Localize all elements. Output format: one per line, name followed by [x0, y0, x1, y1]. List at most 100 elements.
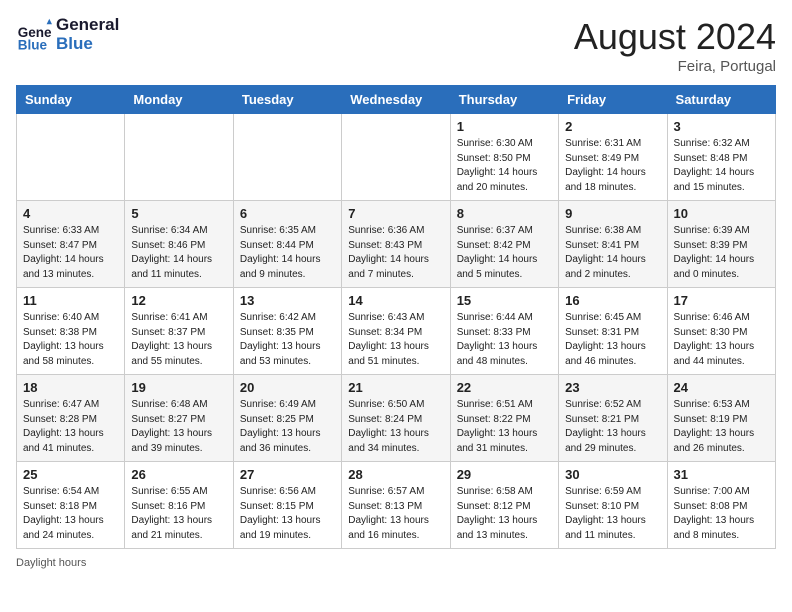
day-detail: Sunrise: 6:58 AM Sunset: 8:12 PM Dayligh… [457, 485, 552, 543]
logo-blue: Blue [56, 35, 119, 54]
day-number: 14 [348, 293, 443, 308]
calendar-cell: 22 Sunrise: 6:51 AM Sunset: 8:22 PM Dayl… [450, 375, 558, 462]
calendar-cell: 16 Sunrise: 6:45 AM Sunset: 8:31 PM Dayl… [559, 288, 667, 375]
day-detail: Sunrise: 6:41 AM Sunset: 8:37 PM Dayligh… [131, 311, 226, 369]
svg-text:Blue: Blue [18, 37, 48, 52]
day-number: 24 [674, 380, 769, 395]
day-detail: Sunrise: 6:43 AM Sunset: 8:34 PM Dayligh… [348, 311, 443, 369]
day-detail: Sunrise: 7:00 AM Sunset: 8:08 PM Dayligh… [674, 485, 769, 543]
calendar-day-header: Friday [559, 86, 667, 114]
calendar-cell: 10 Sunrise: 6:39 AM Sunset: 8:39 PM Dayl… [667, 201, 775, 288]
day-number: 17 [674, 293, 769, 308]
day-number: 26 [131, 467, 226, 482]
calendar-week-row: 25 Sunrise: 6:54 AM Sunset: 8:18 PM Dayl… [17, 462, 776, 549]
day-detail: Sunrise: 6:47 AM Sunset: 8:28 PM Dayligh… [23, 398, 118, 456]
day-number: 28 [348, 467, 443, 482]
calendar-cell: 30 Sunrise: 6:59 AM Sunset: 8:10 PM Dayl… [559, 462, 667, 549]
day-number: 13 [240, 293, 335, 308]
day-number: 12 [131, 293, 226, 308]
day-detail: Sunrise: 6:45 AM Sunset: 8:31 PM Dayligh… [565, 311, 660, 369]
day-number: 19 [131, 380, 226, 395]
calendar-cell: 11 Sunrise: 6:40 AM Sunset: 8:38 PM Dayl… [17, 288, 125, 375]
day-detail: Sunrise: 6:38 AM Sunset: 8:41 PM Dayligh… [565, 224, 660, 282]
calendar-cell: 31 Sunrise: 7:00 AM Sunset: 8:08 PM Dayl… [667, 462, 775, 549]
day-number: 10 [674, 206, 769, 221]
calendar-cell [342, 114, 450, 201]
calendar-cell: 28 Sunrise: 6:57 AM Sunset: 8:13 PM Dayl… [342, 462, 450, 549]
calendar-cell: 29 Sunrise: 6:58 AM Sunset: 8:12 PM Dayl… [450, 462, 558, 549]
calendar-cell: 8 Sunrise: 6:37 AM Sunset: 8:42 PM Dayli… [450, 201, 558, 288]
day-number: 11 [23, 293, 118, 308]
day-detail: Sunrise: 6:37 AM Sunset: 8:42 PM Dayligh… [457, 224, 552, 282]
calendar-cell: 20 Sunrise: 6:49 AM Sunset: 8:25 PM Dayl… [233, 375, 341, 462]
day-number: 15 [457, 293, 552, 308]
day-number: 2 [565, 119, 660, 134]
day-detail: Sunrise: 6:50 AM Sunset: 8:24 PM Dayligh… [348, 398, 443, 456]
calendar-header-row: SundayMondayTuesdayWednesdayThursdayFrid… [17, 86, 776, 114]
day-detail: Sunrise: 6:30 AM Sunset: 8:50 PM Dayligh… [457, 137, 552, 195]
calendar-week-row: 1 Sunrise: 6:30 AM Sunset: 8:50 PM Dayli… [17, 114, 776, 201]
day-number: 25 [23, 467, 118, 482]
day-number: 31 [674, 467, 769, 482]
calendar-cell: 4 Sunrise: 6:33 AM Sunset: 8:47 PM Dayli… [17, 201, 125, 288]
day-detail: Sunrise: 6:59 AM Sunset: 8:10 PM Dayligh… [565, 485, 660, 543]
calendar-cell: 14 Sunrise: 6:43 AM Sunset: 8:34 PM Dayl… [342, 288, 450, 375]
day-number: 29 [457, 467, 552, 482]
day-detail: Sunrise: 6:46 AM Sunset: 8:30 PM Dayligh… [674, 311, 769, 369]
day-number: 3 [674, 119, 769, 134]
day-detail: Sunrise: 6:55 AM Sunset: 8:16 PM Dayligh… [131, 485, 226, 543]
calendar-day-header: Monday [125, 86, 233, 114]
calendar-cell: 1 Sunrise: 6:30 AM Sunset: 8:50 PM Dayli… [450, 114, 558, 201]
day-number: 23 [565, 380, 660, 395]
calendar-cell: 15 Sunrise: 6:44 AM Sunset: 8:33 PM Dayl… [450, 288, 558, 375]
title-block: August 2024 Feira, Portugal [574, 16, 776, 75]
day-detail: Sunrise: 6:35 AM Sunset: 8:44 PM Dayligh… [240, 224, 335, 282]
calendar-week-row: 18 Sunrise: 6:47 AM Sunset: 8:28 PM Dayl… [17, 375, 776, 462]
day-detail: Sunrise: 6:36 AM Sunset: 8:43 PM Dayligh… [348, 224, 443, 282]
day-detail: Sunrise: 6:40 AM Sunset: 8:38 PM Dayligh… [23, 311, 118, 369]
calendar-cell [125, 114, 233, 201]
page-header: General Blue General Blue August 2024 Fe… [16, 16, 776, 75]
calendar-cell [233, 114, 341, 201]
day-detail: Sunrise: 6:49 AM Sunset: 8:25 PM Dayligh… [240, 398, 335, 456]
location: Feira, Portugal [574, 58, 776, 75]
calendar-cell: 21 Sunrise: 6:50 AM Sunset: 8:24 PM Dayl… [342, 375, 450, 462]
day-number: 21 [348, 380, 443, 395]
month-year: August 2024 [574, 16, 776, 58]
calendar-cell [17, 114, 125, 201]
calendar-cell: 5 Sunrise: 6:34 AM Sunset: 8:46 PM Dayli… [125, 201, 233, 288]
day-detail: Sunrise: 6:32 AM Sunset: 8:48 PM Dayligh… [674, 137, 769, 195]
day-detail: Sunrise: 6:31 AM Sunset: 8:49 PM Dayligh… [565, 137, 660, 195]
logo: General Blue General Blue [16, 16, 119, 53]
day-number: 4 [23, 206, 118, 221]
day-detail: Sunrise: 6:51 AM Sunset: 8:22 PM Dayligh… [457, 398, 552, 456]
calendar-body: 1 Sunrise: 6:30 AM Sunset: 8:50 PM Dayli… [17, 114, 776, 549]
day-number: 5 [131, 206, 226, 221]
calendar-cell: 9 Sunrise: 6:38 AM Sunset: 8:41 PM Dayli… [559, 201, 667, 288]
day-number: 27 [240, 467, 335, 482]
calendar-cell: 7 Sunrise: 6:36 AM Sunset: 8:43 PM Dayli… [342, 201, 450, 288]
day-number: 20 [240, 380, 335, 395]
day-number: 1 [457, 119, 552, 134]
footer-note: Daylight hours [16, 557, 776, 569]
day-detail: Sunrise: 6:52 AM Sunset: 8:21 PM Dayligh… [565, 398, 660, 456]
day-detail: Sunrise: 6:39 AM Sunset: 8:39 PM Dayligh… [674, 224, 769, 282]
calendar-cell: 6 Sunrise: 6:35 AM Sunset: 8:44 PM Dayli… [233, 201, 341, 288]
calendar-cell: 13 Sunrise: 6:42 AM Sunset: 8:35 PM Dayl… [233, 288, 341, 375]
day-detail: Sunrise: 6:56 AM Sunset: 8:15 PM Dayligh… [240, 485, 335, 543]
calendar-day-header: Saturday [667, 86, 775, 114]
day-detail: Sunrise: 6:42 AM Sunset: 8:35 PM Dayligh… [240, 311, 335, 369]
calendar-cell: 27 Sunrise: 6:56 AM Sunset: 8:15 PM Dayl… [233, 462, 341, 549]
calendar-cell: 18 Sunrise: 6:47 AM Sunset: 8:28 PM Dayl… [17, 375, 125, 462]
calendar-day-header: Thursday [450, 86, 558, 114]
calendar-cell: 17 Sunrise: 6:46 AM Sunset: 8:30 PM Dayl… [667, 288, 775, 375]
calendar-cell: 3 Sunrise: 6:32 AM Sunset: 8:48 PM Dayli… [667, 114, 775, 201]
calendar-cell: 23 Sunrise: 6:52 AM Sunset: 8:21 PM Dayl… [559, 375, 667, 462]
calendar-week-row: 4 Sunrise: 6:33 AM Sunset: 8:47 PM Dayli… [17, 201, 776, 288]
logo-icon: General Blue [16, 17, 52, 53]
day-number: 6 [240, 206, 335, 221]
day-detail: Sunrise: 6:57 AM Sunset: 8:13 PM Dayligh… [348, 485, 443, 543]
logo-general: General [56, 16, 119, 35]
day-detail: Sunrise: 6:54 AM Sunset: 8:18 PM Dayligh… [23, 485, 118, 543]
calendar-cell: 19 Sunrise: 6:48 AM Sunset: 8:27 PM Dayl… [125, 375, 233, 462]
